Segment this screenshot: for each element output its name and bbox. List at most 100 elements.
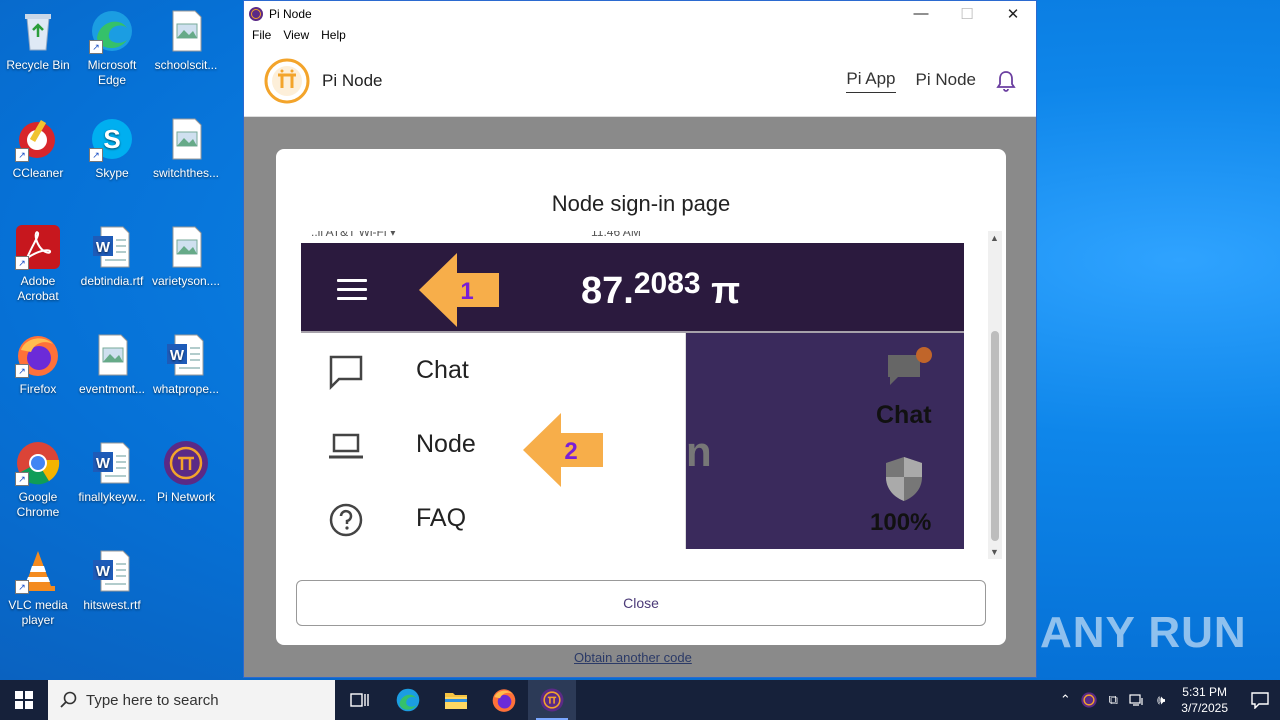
shortcut-arrow-icon: ↗ xyxy=(89,40,103,54)
firefox-icon: ↗ xyxy=(15,332,61,378)
taskbar-search-box[interactable]: Type here to search xyxy=(48,680,335,720)
right-percent-label: 100% xyxy=(870,509,932,536)
menu-view[interactable]: View xyxy=(277,26,315,46)
desktop-icon-pi-network[interactable]: Pi Network xyxy=(148,440,224,505)
nav-pi-node[interactable]: Pi Node xyxy=(916,70,976,93)
word-document-icon: W xyxy=(89,224,135,270)
task-view-button[interactable] xyxy=(336,680,384,720)
bell-icon[interactable] xyxy=(996,70,1016,92)
desktop-icon-label: finallykeyw... xyxy=(78,490,146,504)
tray-meet-now-icon[interactable]: ⧉ xyxy=(1101,692,1125,708)
window-titlebar[interactable]: Pi Node — ☐ ✕ xyxy=(244,1,1036,26)
desktop-icon-label: varietyson.... xyxy=(151,274,221,288)
svg-text:W: W xyxy=(96,455,111,472)
window-title: Pi Node xyxy=(269,6,312,21)
image-file-icon xyxy=(163,224,209,270)
system-tray: ⌃ ⧉ 🕪 5:31 PM 3/7/2025 xyxy=(1053,680,1280,720)
phone-status-bar: ..ll AT&T Wi-Fi ▾ 11:46 AM xyxy=(301,231,964,243)
desktop-icon-recycle-bin[interactable]: Recycle Bin xyxy=(0,8,76,73)
desktop-icon-debtindia[interactable]: W debtindia.rtf xyxy=(74,224,150,289)
search-icon xyxy=(60,691,77,708)
close-window-button[interactable]: ✕ xyxy=(990,1,1036,26)
scrollbar-thumb[interactable] xyxy=(991,331,999,541)
taskbar-file-explorer[interactable] xyxy=(432,680,480,720)
tray-pi-icon[interactable] xyxy=(1077,692,1101,708)
desktop-icon-label: switchthes... xyxy=(152,166,220,180)
desktop-icon-adobe-acrobat[interactable]: ↗ Adobe Acrobat xyxy=(0,224,76,304)
shortcut-arrow-icon: ↗ xyxy=(15,256,29,270)
desktop-icon-whatprope[interactable]: W whatprope... xyxy=(148,332,224,397)
desktop-icon-label: VLC media player xyxy=(8,598,68,627)
desktop-icon-vlc[interactable]: ↗ VLC media player xyxy=(0,548,76,628)
scroll-up-icon[interactable]: ▲ xyxy=(990,233,999,243)
nav-pi-app[interactable]: Pi App xyxy=(846,69,896,93)
drawer-node-label: Node xyxy=(416,430,476,458)
minimize-button[interactable]: — xyxy=(898,1,944,26)
svg-text:S: S xyxy=(103,124,120,154)
scroll-down-icon[interactable]: ▼ xyxy=(990,547,999,557)
firefox-icon xyxy=(492,689,516,712)
desktop-icon-hitswest[interactable]: W hitswest.rtf xyxy=(74,548,150,613)
skype-icon: S ↗ xyxy=(89,116,135,162)
taskbar-edge[interactable] xyxy=(384,680,432,720)
clock-time: 5:31 PM xyxy=(1182,685,1227,699)
edge-icon: ↗ xyxy=(89,8,135,54)
taskbar: Type here to search ⌃ ⧉ 🕪 5:31 PM 3/7/20… xyxy=(0,680,1280,720)
laptop-icon xyxy=(329,433,363,459)
desktop-icon-schoolscit[interactable]: schoolscit... xyxy=(148,8,224,73)
clock-date: 3/7/2025 xyxy=(1181,701,1228,715)
shortcut-arrow-icon: ↗ xyxy=(15,364,29,378)
taskbar-firefox[interactable] xyxy=(480,680,528,720)
image-file-icon xyxy=(89,332,135,378)
app-header: Pi Node Pi App Pi Node xyxy=(244,46,1036,117)
desktop-icon-label: CCleaner xyxy=(12,166,64,180)
desktop-icon-label: Skype xyxy=(95,166,129,180)
desktop-icon-label: Pi Network xyxy=(156,490,215,504)
desktop-icon-skype[interactable]: S ↗ Skype xyxy=(74,116,150,181)
partial-text: n xyxy=(686,428,712,475)
menu-bar: File View Help xyxy=(244,26,1036,46)
shortcut-arrow-icon: ↗ xyxy=(15,472,29,486)
help-circle-icon xyxy=(329,503,363,537)
arrow-1-label: 1 xyxy=(460,278,473,305)
desktop-icon-switchthes[interactable]: switchthes... xyxy=(148,116,224,181)
folder-icon xyxy=(445,693,467,709)
obtain-another-code-link[interactable]: Obtain another code xyxy=(574,650,692,665)
tray-overflow-chevron-icon[interactable]: ⌃ xyxy=(1053,692,1077,708)
modal-scrollbar[interactable]: ▲ ▼ xyxy=(988,231,1002,559)
maximize-button[interactable]: ☐ xyxy=(944,1,990,26)
instruction-screenshot: ..ll AT&T Wi-Fi ▾ 11:46 AM 1 87.2083 π n… xyxy=(301,231,964,549)
hamburger-menu-icon xyxy=(337,279,367,300)
notification-icon xyxy=(1251,692,1269,709)
shortcut-arrow-icon: ↗ xyxy=(15,148,29,162)
pi-symbol: π xyxy=(711,270,741,312)
balance-main: 87. xyxy=(581,270,634,312)
node-signin-modal: Node sign-in page ..ll AT&T Wi-Fi ▾ 11:4… xyxy=(276,149,1006,645)
desktop-icon-firefox[interactable]: ↗ Firefox xyxy=(0,332,76,397)
edge-icon xyxy=(396,688,420,712)
taskbar-clock[interactable]: 5:31 PM 3/7/2025 xyxy=(1181,684,1228,716)
menu-file[interactable]: File xyxy=(246,26,277,46)
phone-time: 11:46 AM xyxy=(591,231,641,239)
pi-app-top-bar: 1 87.2083 π xyxy=(301,243,964,333)
desktop-icon-microsoft-edge[interactable]: ↗ Microsoft Edge xyxy=(74,8,150,88)
desktop-icon-varietyson[interactable]: varietyson.... xyxy=(148,224,224,289)
tray-volume-icon[interactable]: 🕪 xyxy=(1149,692,1173,708)
pi-logo-icon xyxy=(264,58,310,104)
desktop-icon-google-chrome[interactable]: ↗ Google Chrome xyxy=(0,440,76,520)
drawer-item-faq: FAQ xyxy=(301,489,685,549)
modal-close-button[interactable]: Close xyxy=(296,580,986,626)
recycle-bin-icon xyxy=(15,8,61,54)
start-button[interactable] xyxy=(0,680,48,720)
menu-help[interactable]: Help xyxy=(315,26,352,46)
arrow-2-label: 2 xyxy=(564,438,577,465)
tray-network-icon[interactable] xyxy=(1125,693,1149,707)
desktop-icon-ccleaner[interactable]: ↗ CCleaner xyxy=(0,116,76,181)
desktop-icon-finallykeyw[interactable]: W finallykeyw... xyxy=(74,440,150,505)
taskbar-pi-node[interactable] xyxy=(528,680,576,720)
search-placeholder: Type here to search xyxy=(86,691,219,709)
notification-center-button[interactable] xyxy=(1240,691,1280,709)
desktop-icon-eventmont[interactable]: eventmont... xyxy=(74,332,150,397)
pi-node-window: Pi Node — ☐ ✕ File View Help Pi Node Pi … xyxy=(243,0,1037,678)
drawer-item-node: Node 2 xyxy=(301,413,685,487)
